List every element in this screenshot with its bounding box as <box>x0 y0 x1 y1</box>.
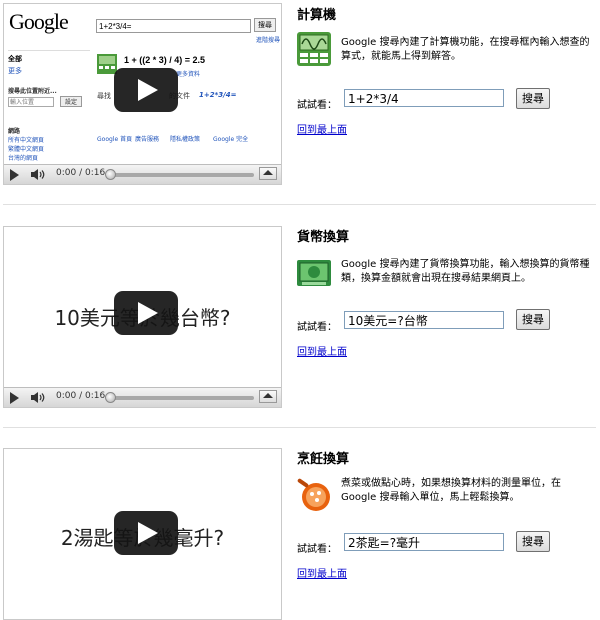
currency-video-player[interactable]: 10美元等於幾台幣? 0:00 / 0:16 <box>3 226 282 408</box>
sidebar-more: 更多 <box>8 67 22 75</box>
try-label: 試試看： <box>297 100 337 111</box>
calc-result-icon <box>97 54 117 74</box>
web-option: 所有中文網頁 <box>8 137 45 144</box>
find-query: 1+2*3/4= <box>199 91 237 99</box>
video-controls: 0:00 / 0:16 <box>4 387 281 407</box>
progress-handle[interactable] <box>105 169 116 180</box>
progress-track[interactable] <box>108 396 254 400</box>
back-to-top-link[interactable]: 回到最上面 <box>297 343 347 358</box>
more-info-link: 更多資料 <box>176 71 201 78</box>
video-controls: 0:00 / 0:16 <box>4 164 281 184</box>
section-title-calculator: 計算機 <box>297 8 337 23</box>
section-description-calculator: Google 搜尋內建了計算機功能，在搜尋框內輸入想查的算式，就能馬上得到解答。 <box>341 37 590 62</box>
video-time: 0:00 / 0:16 <box>56 168 106 178</box>
cooking-try-input[interactable]: 2茶匙=?毫升 <box>344 533 504 551</box>
currency-try-input[interactable]: 10美元=?台幣 <box>344 311 504 329</box>
currency-icon <box>297 260 331 286</box>
sidebar-all: 全部 <box>8 55 22 63</box>
cooking-video-player[interactable]: 2湯匙等於幾毫升? <box>3 448 282 620</box>
progress-handle[interactable] <box>105 392 116 403</box>
footer-link: Google 首頁 <box>97 136 133 143</box>
calculator-try-input[interactable]: 1+2*3/4 <box>344 89 504 107</box>
back-to-top-link[interactable]: 回到最上面 <box>297 565 347 580</box>
video-play-overlay-button[interactable] <box>114 291 178 335</box>
measuring-spoons-icon <box>297 478 330 511</box>
fullscreen-icon[interactable] <box>259 167 277 180</box>
web-option: 繁體中文網頁 <box>8 146 45 153</box>
play-icon[interactable] <box>10 392 19 404</box>
volume-icon[interactable] <box>31 169 45 180</box>
volume-icon[interactable] <box>31 392 45 403</box>
google-search-button: 搜尋 <box>254 18 276 32</box>
calculator-icon <box>297 32 331 66</box>
section-divider <box>3 427 596 428</box>
web-heading: 網路 <box>8 128 21 135</box>
fullscreen-icon[interactable] <box>259 390 277 403</box>
location-input: 輸入位置 <box>8 97 54 107</box>
section-title-cooking: 烹飪換算 <box>297 452 350 467</box>
calc-result: 1 + ((2 * 3) / 4) = 2.5 <box>124 55 206 65</box>
google-logo: Google <box>9 9 69 34</box>
footer-link: 廣告服務 <box>135 136 160 143</box>
footer-link: 隱私權政策 <box>170 136 201 143</box>
calculator-video-player[interactable]: Google 1+2*3/4= 搜尋 進階搜尋 全部 更多 搜尋此位置附近...… <box>3 3 282 185</box>
video-time: 0:00 / 0:16 <box>56 391 106 401</box>
section-description-currency: Google 搜尋內建了貨幣換算功能，輸入想換算的貨幣種類，換算金額就會出現在搜… <box>341 259 590 284</box>
calculator-search-button[interactable]: 搜尋 <box>516 88 550 109</box>
currency-search-button[interactable]: 搜尋 <box>516 309 550 330</box>
try-label: 試試看： <box>297 544 337 555</box>
progress-track[interactable] <box>108 173 254 177</box>
google-search-input: 1+2*3/4= <box>96 19 251 33</box>
back-to-top-link[interactable]: 回到最上面 <box>297 121 347 136</box>
advanced-search-link: 進階搜尋 <box>256 37 281 44</box>
web-option: 台灣的網頁 <box>8 155 39 162</box>
video-play-overlay-button[interactable] <box>114 68 178 112</box>
find-text: 尋找 <box>97 92 111 100</box>
section-divider <box>3 204 596 205</box>
try-label: 試試看： <box>297 322 337 333</box>
cooking-search-button[interactable]: 搜尋 <box>516 531 550 552</box>
footer-link: Google 完全 <box>213 136 249 143</box>
nearby-title: 搜尋此位置附近... <box>8 88 57 95</box>
section-description-cooking: 煮菜或做點心時，如果想換算材料的測量單位，在 Google 搜尋輸入單位，馬上輕… <box>341 478 561 503</box>
set-location-button: 設定 <box>60 96 82 107</box>
video-play-overlay-button[interactable] <box>114 511 178 555</box>
section-title-currency: 貨幣換算 <box>297 230 350 245</box>
play-icon[interactable] <box>10 169 19 181</box>
